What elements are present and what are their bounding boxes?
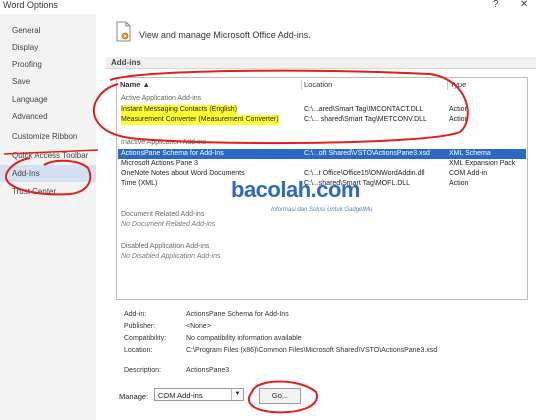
detail-label: Compatibility: <box>124 335 167 342</box>
help-button[interactable]: ? <box>493 0 499 10</box>
close-button[interactable]: ✕ <box>520 0 528 10</box>
row-location: C:\...oft Shared\VSTO\ActionsPane3.xsd <box>304 150 430 157</box>
column-header-name[interactable]: Name ▲ <box>120 78 150 92</box>
title-bar: Word Options ? ✕ <box>0 0 537 14</box>
sidebar: General Display Proofing Save Language A… <box>0 14 96 420</box>
disabled-empty-note: No Disabled Application Add-ins <box>121 253 221 260</box>
column-divider <box>301 80 302 90</box>
detail-value: <None> <box>186 323 211 330</box>
row-location: C:\...ared\Smart Tag\IMCONTACT.DLL <box>304 106 424 113</box>
sidebar-item-add-ins[interactable]: Add-Ins <box>0 165 96 182</box>
row-name: ActionsPane Schema for Add-Ins <box>121 150 224 157</box>
detail-value: ActionsPane3 <box>186 367 230 374</box>
row-type: Action <box>449 180 469 187</box>
chevron-down-icon[interactable]: ▼ <box>231 389 243 400</box>
detail-label: Add-in: <box>124 311 147 318</box>
sidebar-item-display[interactable]: Display <box>0 39 96 56</box>
sidebar-item-save[interactable]: Save <box>0 73 96 90</box>
manage-dropdown-value: COM Add-ins <box>158 391 203 400</box>
table-row-selected[interactable]: ActionsPane Schema for Add-Ins C:\...oft… <box>118 149 526 159</box>
main-content: View and manage Microsoft Office Add-ins… <box>96 14 537 420</box>
group-disabled: Disabled Application Add-ins <box>121 243 210 250</box>
row-name: Instant Messaging Contacts (English) <box>121 105 237 115</box>
table-row[interactable]: Instant Messaging Contacts (English) C:\… <box>118 105 526 115</box>
manage-label: Manage: <box>119 392 149 401</box>
row-name: Microsoft Actions Pane 3 <box>121 160 199 167</box>
sidebar-item-general[interactable]: General <box>0 22 96 39</box>
detail-label: Location: <box>124 347 153 354</box>
row-name: OneNote Notes about Word Documents <box>121 170 245 177</box>
column-header-location[interactable]: Location <box>304 78 332 92</box>
sidebar-item-quick-access-toolbar[interactable]: Quick Access Toolbar <box>0 147 96 164</box>
row-name: Measurement Converter (Measurement Conve… <box>121 115 279 125</box>
table-row[interactable]: Microsoft Actions Pane 3 XML Expansion P… <box>118 159 526 169</box>
section-title: Add-ins <box>106 57 536 69</box>
watermark-tagline: Informasi dan Solusi Untuk GadgetMu <box>271 207 373 213</box>
sidebar-item-language[interactable]: Language <box>0 91 96 108</box>
detail-value: ActionsPane Schema for Add-Ins <box>186 311 289 318</box>
row-type: XML Schema <box>449 150 491 157</box>
column-divider <box>447 80 448 90</box>
row-type: Action <box>449 116 469 123</box>
row-type: XML Expansion Pack <box>449 160 516 167</box>
row-type: Action <box>449 106 469 113</box>
watermark-brand: bacolah.com <box>231 177 360 202</box>
column-header-type[interactable]: Type <box>450 78 466 92</box>
row-type: COM Add-in <box>449 170 488 177</box>
group-active: Active Application Add-ins <box>121 95 202 102</box>
group-inactive: Inactive Application Add-ins <box>121 139 207 146</box>
manage-dropdown[interactable]: COM Add-ins ▼ <box>154 388 244 401</box>
go-button[interactable]: Go... <box>259 388 301 404</box>
window-title: Word Options <box>3 0 58 10</box>
addins-icon <box>115 21 133 45</box>
row-name: Time (XML) <box>121 180 158 187</box>
group-document: Document Related Add-ins <box>121 211 205 218</box>
sidebar-item-trust-center[interactable]: Trust Center <box>0 183 96 200</box>
sidebar-item-proofing[interactable]: Proofing <box>0 56 96 73</box>
table-row[interactable]: Measurement Converter (Measurement Conve… <box>118 115 526 125</box>
page-header: View and manage Microsoft Office Add-ins… <box>139 30 311 40</box>
detail-value: No compatibility information available <box>186 335 302 342</box>
detail-label: Publisher: <box>124 323 156 330</box>
detail-value: C:\Program Files (x86)\Common Files\Micr… <box>186 347 438 354</box>
row-location: C:\... shared\Smart Tag\METCONV.DLL <box>304 116 427 123</box>
document-empty-note: No Document Related Add-ins <box>121 221 216 228</box>
detail-label: Description: <box>124 367 161 374</box>
sidebar-item-advanced[interactable]: Advanced <box>0 108 96 125</box>
sidebar-item-customize-ribbon[interactable]: Customize Ribbon <box>0 128 96 145</box>
